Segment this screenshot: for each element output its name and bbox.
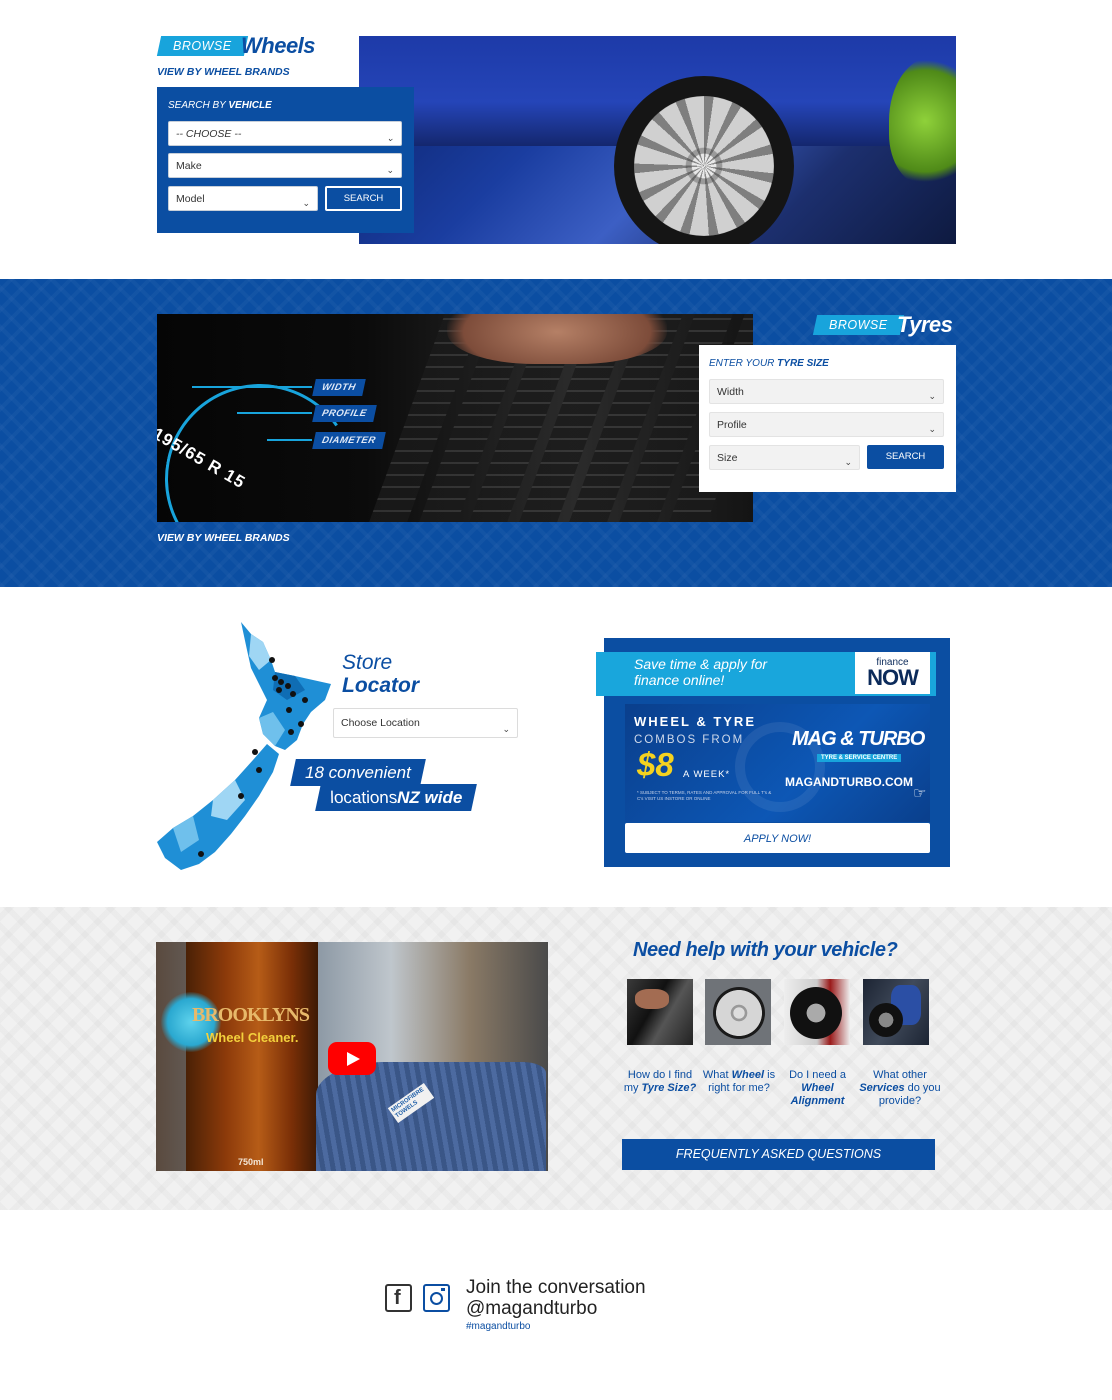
combo-price: $8 (637, 746, 674, 783)
question-tyre-size[interactable]: How do I find my Tyre Size? (622, 1069, 698, 1095)
make-select[interactable]: Make ⌄ (168, 153, 402, 178)
tyre-size-thumb[interactable] (627, 979, 693, 1045)
nz-map (157, 622, 331, 870)
tyres-title: Tyres (897, 312, 953, 337)
mag-turbo-brand: MAG & TURBO (792, 728, 925, 750)
location-select[interactable]: Choose Location ⌄ (333, 708, 518, 738)
services-thumb[interactable] (863, 979, 929, 1045)
chevron-down-icon: ⌄ (502, 724, 510, 734)
cursor-hand-icon: ☞ (913, 785, 927, 802)
tyre-profile-label: PROFILE (312, 405, 377, 422)
vehicle-search-button[interactable]: SEARCH (325, 186, 402, 211)
finance-ad[interactable]: Save time & apply for finance online! fi… (596, 638, 950, 867)
vehicle-search-panel: SEARCH BY VEHICLE -- CHOOSE -- ⌄ Make ⌄ … (157, 87, 414, 233)
locations-chip-line2: locations NZ wide (315, 784, 478, 811)
tyres-view-brands-link[interactable]: VIEW BY WHEEL BRANDS (157, 532, 290, 544)
question-wheel-bold: Wheel (731, 1069, 765, 1081)
tyre-profile-select-value: Profile (717, 419, 747, 431)
locations-chip-prefix: locations (327, 788, 400, 807)
locations-chip-bold: NZ wide (397, 788, 463, 807)
question-services-bold: Services (859, 1082, 905, 1094)
facebook-icon[interactable]: f (385, 1284, 412, 1312)
choose-select-value: -- CHOOSE -- (176, 128, 242, 140)
question-wheel[interactable]: What Wheel is right for me? (700, 1069, 778, 1095)
vehicle-search-heading: SEARCH BY VEHICLE (168, 100, 272, 111)
location-select-value: Choose Location (341, 717, 420, 729)
store-locator-title-line1: Store (342, 651, 393, 674)
tyre-size-heading-bold: TYRE SIZE (777, 358, 829, 369)
towel-image (316, 1062, 546, 1171)
instagram-icon[interactable] (423, 1284, 450, 1312)
alignment-thumb[interactable] (784, 979, 850, 1045)
question-alignment[interactable]: Do I need a Wheel Alignment (784, 1069, 851, 1108)
wheels-hero-image (359, 36, 956, 244)
question-tyre-size-bold: Tyre Size? (641, 1082, 697, 1094)
tyre-search-button[interactable]: SEARCH (867, 445, 944, 469)
question-services[interactable]: What other Services do you provide? (852, 1069, 948, 1108)
tyre-size-heading-prefix: ENTER YOUR (709, 358, 778, 369)
wheels-view-brands-link[interactable]: VIEW BY WHEEL BRANDS (157, 66, 290, 78)
chevron-down-icon: ⌄ (386, 165, 394, 175)
mag-turbo-domain: MAGANDTURBO.COM (785, 775, 913, 789)
bottle-brand: BROOKLYNS (192, 1004, 310, 1026)
tyre-width-select-value: Width (717, 386, 744, 398)
tyre-width-label: WIDTH (312, 379, 366, 396)
tyres-browse-tag: BROWSE (812, 315, 904, 335)
store-locator-title: Store Locator (342, 651, 419, 697)
tyre-size-select[interactable]: Size ⌄ (709, 445, 860, 470)
apply-now-button[interactable]: APPLY NOW! (625, 823, 930, 853)
social-hashtag[interactable]: #magandturbo (466, 1321, 531, 1332)
play-icon (347, 1052, 360, 1066)
combo-per-week: A WEEK* (683, 769, 731, 780)
question-services-pre: What other (873, 1069, 927, 1081)
vehicle-search-heading-bold: VEHICLE (228, 100, 272, 111)
question-wheel-pre: What (702, 1069, 732, 1081)
choose-select[interactable]: -- CHOOSE -- ⌄ (168, 121, 402, 146)
apply-now-label: APPLY NOW! (743, 833, 812, 845)
finance-now-logo-big: NOW (867, 665, 919, 690)
store-locator-title-line2: Locator (342, 674, 420, 697)
chevron-down-icon: ⌄ (928, 391, 936, 401)
combo-line2: COMBOS FROM (634, 734, 745, 746)
question-alignment-bold: Wheel Alignment (790, 1082, 845, 1107)
tyre-diameter-label: DIAMETER (312, 432, 386, 449)
chevron-down-icon: ⌄ (386, 133, 394, 143)
model-select[interactable]: Model ⌄ (168, 186, 318, 211)
wheels-title: Wheels (241, 33, 316, 58)
tyre-width-select[interactable]: Width ⌄ (709, 379, 944, 404)
tyre-size-heading: ENTER YOUR TYRE SIZE (709, 358, 829, 369)
youtube-play-button[interactable] (328, 1042, 376, 1075)
question-alignment-pre: Do I need a (789, 1069, 846, 1081)
wheels-browse-tag: BROWSE (156, 36, 248, 56)
mag-turbo-brand-sub: TYRE & SERVICE CENTRE (817, 754, 902, 762)
tyre-size-panel: ENTER YOUR TYRE SIZE Width ⌄ Profile ⌄ S… (699, 345, 956, 492)
bottle-volume: 750ml (238, 1157, 264, 1167)
finance-now-logo: finance NOW (855, 652, 930, 694)
chevron-down-icon: ⌄ (302, 198, 310, 208)
tyre-profile-select[interactable]: Profile ⌄ (709, 412, 944, 437)
chevron-down-icon: ⌄ (844, 457, 852, 467)
finance-ad-body: WHEEL & TYRE COMBOS FROM $8 A WEEK* * SU… (625, 704, 930, 822)
tyres-hero-image: 195/65 R 15 WIDTH PROFILE DIAMETER (157, 314, 753, 522)
locations-chip-line1: 18 convenient (290, 759, 426, 786)
tyre-size-select-value: Size (717, 452, 738, 464)
make-select-value: Make (176, 160, 202, 172)
social-text: Join the conversation @magandturbo (466, 1277, 646, 1319)
bottle-image (186, 942, 318, 1171)
combo-line1: WHEEL & TYRE (634, 714, 756, 729)
model-select-value: Model (176, 193, 205, 205)
bottle-product: Wheel Cleaner. (206, 1030, 299, 1045)
wheel-thumb[interactable] (705, 979, 771, 1045)
combo-fine-print: * SUBJECT TO TERMS, RATES AND APPROVAL F… (637, 790, 772, 801)
video-player[interactable]: BROOKLYNS Wheel Cleaner. 750ml MICROFIBR… (156, 942, 548, 1171)
social-handle[interactable]: @magandturbo (466, 1298, 646, 1319)
faq-button[interactable]: FREQUENTLY ASKED QUESTIONS (622, 1139, 935, 1170)
help-title: Need help with your vehicle? (633, 939, 898, 961)
social-line1: Join the conversation (466, 1277, 646, 1298)
chevron-down-icon: ⌄ (928, 424, 936, 434)
vehicle-search-heading-prefix: SEARCH BY (168, 100, 229, 111)
